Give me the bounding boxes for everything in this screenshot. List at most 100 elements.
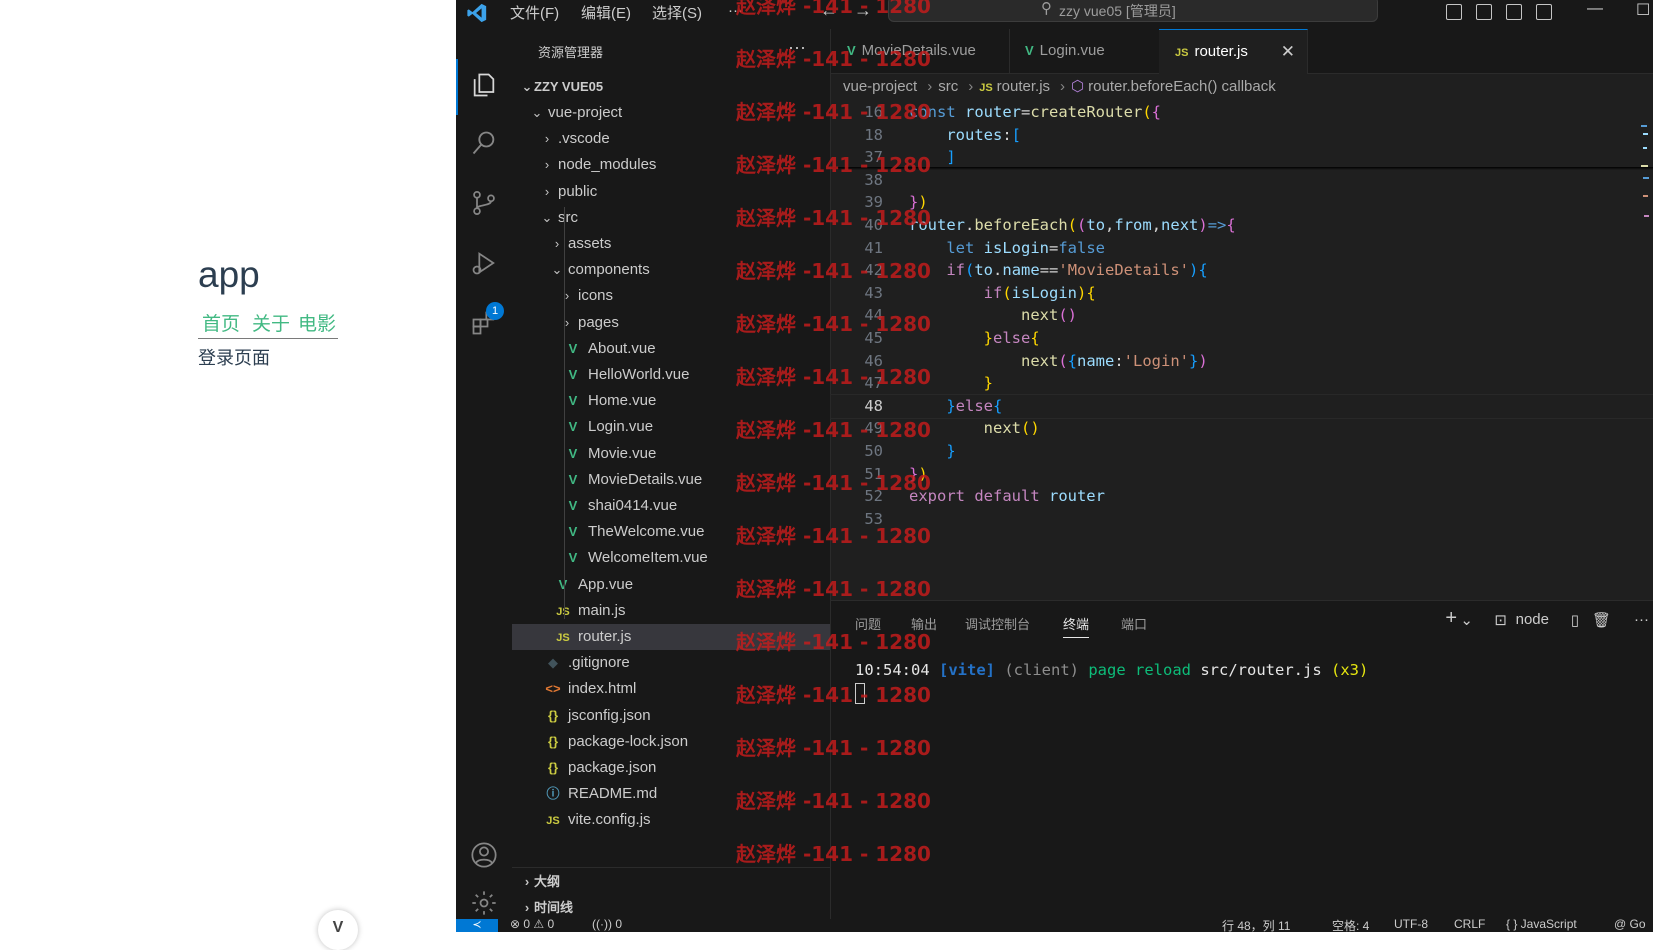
problems-status[interactable]: ⊗ 0 ⚠ 0: [510, 919, 554, 931]
tree-item[interactable]: › public: [512, 179, 830, 205]
account-icon[interactable]: [468, 841, 500, 873]
chevron-down-icon: ⌄: [531, 105, 543, 120]
breadcrumb-item[interactable]: router.beforeEach() callback: [1088, 78, 1276, 95]
customize-layout-icon[interactable]: [1536, 4, 1552, 20]
toggle-sidebar-icon[interactable]: [1446, 4, 1462, 20]
code-line[interactable]: 52 export default router: [831, 485, 1653, 508]
run-debug-icon[interactable]: [468, 249, 500, 281]
code-token: {: [1198, 261, 1208, 280]
command-center-search[interactable]: ⚲ zzy vue05 [管理员]: [888, 0, 1378, 22]
tree-item[interactable]: V Home.vue: [512, 388, 830, 414]
breadcrumb-item[interactable]: src: [938, 78, 958, 95]
minimize-button[interactable]: —: [1587, 0, 1603, 18]
panel-tab-debug-console[interactable]: 调试控制台: [965, 614, 1030, 633]
encoding-status[interactable]: UTF-8: [1394, 919, 1428, 931]
menu-file[interactable]: 文件(F): [510, 2, 559, 23]
code-token: (): [1020, 419, 1040, 438]
code-token: ): [1077, 283, 1087, 302]
vue-devtools-button[interactable]: V: [318, 910, 358, 950]
explorer-icon[interactable]: [468, 71, 500, 103]
terminal-shell-icon: ⊡: [1494, 612, 1507, 629]
code-line[interactable]: 44 next(): [831, 304, 1653, 327]
nav-link-about[interactable]: 关于: [252, 314, 290, 335]
more-actions-icon[interactable]: ···: [1634, 611, 1649, 628]
code-line[interactable]: 53: [831, 508, 1653, 531]
code-line[interactable]: 41 let isLogin=false: [831, 237, 1653, 260]
code-line[interactable]: 37 ]: [831, 146, 1653, 169]
trash-icon[interactable]: 🗑: [1592, 611, 1611, 629]
code-line[interactable]: 47 }: [831, 372, 1653, 395]
code-line[interactable]: 43 if(isLogin){: [831, 282, 1653, 305]
close-tab-icon[interactable]: ✕: [1281, 30, 1295, 74]
chevron-right-icon: ›: [524, 900, 530, 915]
code-line[interactable]: 39}): [831, 191, 1653, 214]
terminal-output[interactable]: 10:54:04 [vite] (client) page reload src…: [855, 661, 1368, 679]
terminal-client: (client): [1004, 661, 1079, 679]
code-token: {: [1151, 103, 1162, 121]
tree-item-label: About.vue: [588, 339, 656, 357]
search-icon[interactable]: [468, 129, 500, 161]
code-line[interactable]: 40 router.beforeEach((to,from,next)=>{: [831, 214, 1653, 237]
panel-tab-ports[interactable]: 端口: [1121, 614, 1147, 633]
outline-label: 大纲: [534, 874, 561, 889]
minimap[interactable]: [1641, 125, 1649, 235]
code-token: {: [1067, 351, 1077, 370]
maximize-button[interactable]: ☐: [1636, 0, 1650, 20]
app-title: app: [198, 254, 260, 295]
menu-edit[interactable]: 编辑(E): [581, 2, 631, 23]
js-file-icon: JS: [556, 605, 570, 618]
cursor-position[interactable]: 行 48，列 11: [1222, 919, 1290, 932]
code-line[interactable]: 38: [831, 169, 1653, 192]
code-token: isLogin: [983, 238, 1049, 257]
terminal-shell-label[interactable]: node: [1516, 611, 1549, 628]
new-terminal-icon[interactable]: +: [1445, 607, 1457, 630]
tree-item[interactable]: V Movie.vue: [512, 441, 830, 467]
code-token: (: [1142, 103, 1152, 121]
code-token: :: [1114, 351, 1124, 370]
breadcrumb-item[interactable]: router.js: [997, 78, 1050, 95]
indentation-status[interactable]: 空格: 4: [1332, 919, 1369, 932]
toggle-panel-icon[interactable]: [1476, 4, 1492, 20]
tree-item[interactable]: Vshai0414.vue: [512, 493, 830, 519]
code-token: }: [909, 396, 956, 415]
tree-item-label: assets: [568, 235, 612, 252]
code-line[interactable]: 51}): [831, 463, 1653, 486]
vscode-window: 文件(F) 编辑(E) 选择(S) ··· ← → ⚲ zzy vue05 [管…: [456, 0, 1653, 932]
timeline-section[interactable]: › 时间线: [512, 895, 830, 921]
code-line[interactable]: 48 }else{: [830, 393, 1653, 419]
tree-item-label: jsconfig.json: [568, 706, 651, 724]
code-line[interactable]: 42 if(to.name=='MovieDetails'){: [831, 259, 1653, 282]
code-line[interactable]: 18 routes:[: [831, 124, 1653, 147]
tree-item[interactable]: V WelcomeItem.vue: [512, 545, 830, 571]
toggle-secondary-sidebar-icon[interactable]: [1506, 4, 1522, 20]
breadcrumb-item[interactable]: vue-project: [843, 78, 917, 95]
tree-item-label: HelloWorld.vue: [588, 366, 690, 383]
outline-section[interactable]: › 大纲: [512, 869, 830, 895]
split-terminal-icon[interactable]: ▯: [1571, 611, 1579, 629]
code-line[interactable]: 16 const router=createRouter({: [831, 101, 1653, 124]
remote-indicator-icon[interactable]: ≺: [456, 919, 498, 932]
panel-tab-terminal[interactable]: 终端: [1063, 614, 1090, 638]
settings-gear-icon[interactable]: [468, 889, 500, 921]
ports-status[interactable]: ((·)) 0: [592, 919, 622, 931]
nav-link-home[interactable]: 首页: [202, 314, 240, 335]
tree-item[interactable]: V About.vue: [512, 336, 830, 362]
code-line[interactable]: 46 next({name:'Login'}): [831, 350, 1653, 373]
menu-selection[interactable]: 选择(S): [652, 2, 702, 23]
tab-login[interactable]: V Login.vue: [1009, 29, 1160, 73]
code-line[interactable]: 49 next(): [831, 417, 1653, 440]
tree-item[interactable]: › icons: [512, 283, 830, 309]
chevron-down-icon[interactable]: ⌄: [1460, 611, 1473, 629]
js-file-icon: JS: [979, 82, 993, 94]
tree-item[interactable]: › assets: [512, 231, 830, 257]
nav-link-movie[interactable]: 电影: [298, 314, 336, 335]
copilot-status[interactable]: @ Go: [1614, 919, 1646, 931]
language-mode[interactable]: { } JavaScript: [1506, 919, 1577, 931]
tree-item-label: .gitignore: [568, 654, 630, 672]
vue-file-icon: V: [568, 340, 578, 356]
code-line[interactable]: 50 }: [831, 440, 1653, 463]
tab-router-js[interactable]: JS router.js ✕: [1159, 29, 1308, 74]
eol-status[interactable]: CRLF: [1454, 919, 1485, 931]
code-line[interactable]: 45 }else{: [831, 327, 1653, 350]
source-control-icon[interactable]: [468, 189, 500, 221]
